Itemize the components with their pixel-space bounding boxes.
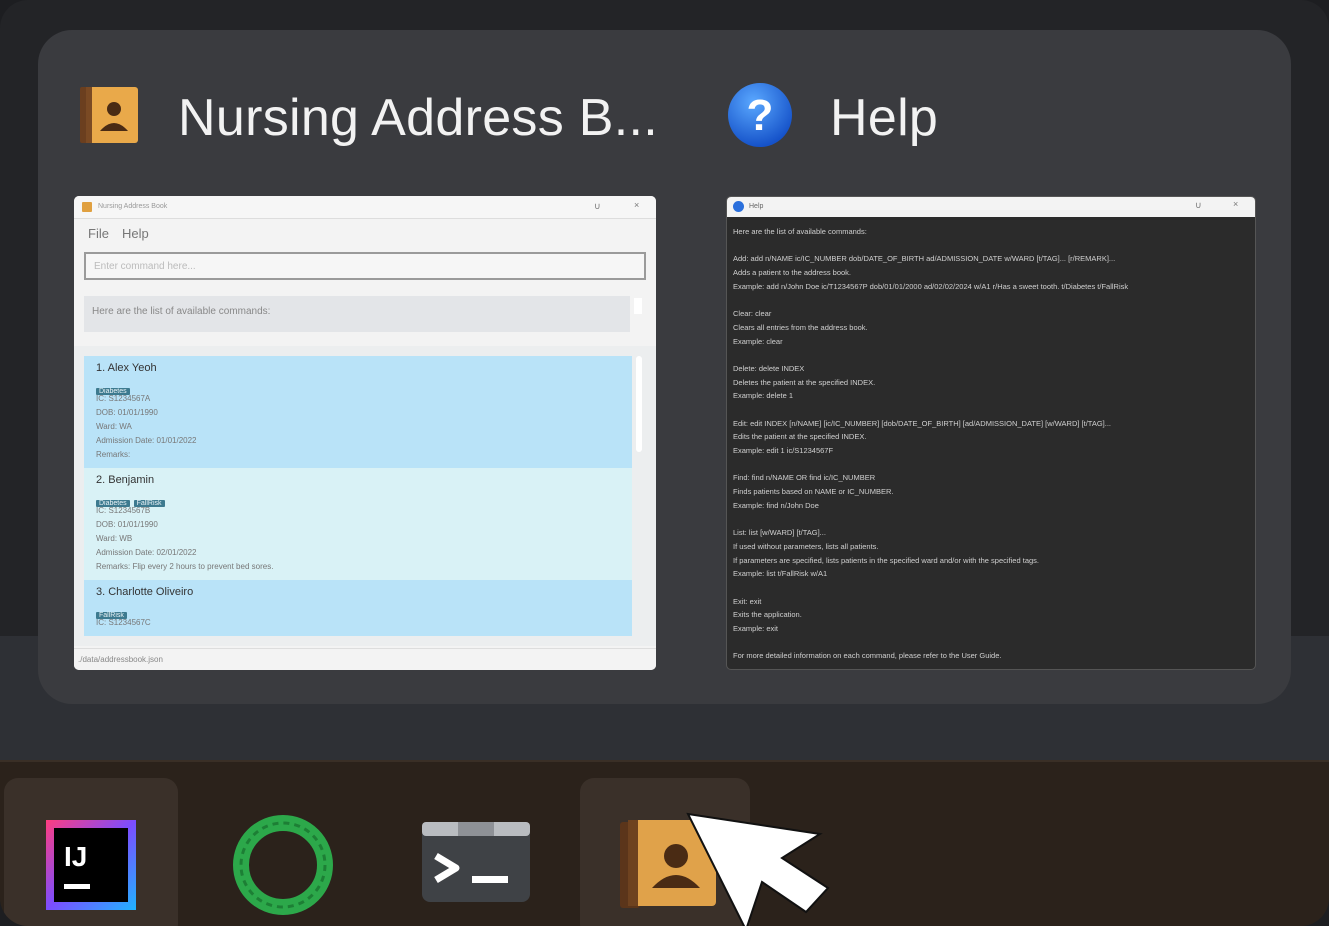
- command-placeholder: Enter command here...: [94, 261, 196, 272]
- help-line: Example: find n/John Doe: [733, 500, 819, 510]
- help-icon: [733, 201, 744, 212]
- help-line: Example: delete 1: [733, 391, 794, 401]
- help-line: List: list [w/WARD] [t/TAG]...: [733, 528, 826, 538]
- help-line: Edits the patient at the specified INDEX…: [733, 432, 867, 442]
- help-line: Clear: clear: [733, 309, 772, 319]
- desktop: Nursing Address B... ? Help Nursing Addr…: [0, 0, 1329, 926]
- taskbar: IJ: [0, 760, 1329, 926]
- close-icon: ×: [634, 200, 640, 210]
- svg-text:?: ?: [747, 91, 774, 140]
- help-line: Here are the list of available commands:: [733, 227, 867, 236]
- result-scrollbar[interactable]: [634, 298, 642, 314]
- help-line: Example: add n/John Doe ic/T1234567P dob…: [733, 281, 1129, 291]
- preview-titlebar: Nursing Address Book ∪ ×: [74, 196, 656, 219]
- help-line: If used without parameters, lists all pa…: [733, 541, 879, 551]
- sourcetree-ring-icon[interactable]: [228, 810, 338, 925]
- minimize-icon: ∪: [594, 201, 601, 211]
- command-input[interactable]: Enter command here...: [84, 252, 646, 280]
- mouse-cursor-icon: [686, 812, 836, 926]
- preview-titlebar: Help ∪ ×: [727, 197, 1255, 217]
- patient-list: 1. Alex Yeoh Diabetes IC: S1234567A DOB:…: [74, 346, 656, 646]
- result-display: Here are the list of available commands:: [84, 296, 630, 332]
- patient-ic: IC: S1234567A: [96, 394, 151, 403]
- patient-name: 3. Charlotte Oliveiro: [96, 586, 194, 598]
- patient-admission: Admission Date: 02/01/2022: [96, 548, 197, 557]
- help-preview[interactable]: Help ∪ × Here are the list of available …: [726, 196, 1256, 670]
- patient-ic: IC: S1234567B: [96, 506, 151, 515]
- list-scrollbar[interactable]: [636, 356, 642, 452]
- list-item[interactable]: 2. Benjamin Diabetes FallRisk IC: S123456…: [84, 468, 632, 580]
- help-text: Here are the list of available commands:…: [733, 227, 1251, 665]
- result-text: Here are the list of available commands:: [92, 306, 271, 317]
- help-line: [733, 460, 1251, 474]
- menu-file[interactable]: File: [88, 226, 109, 241]
- help-line: [733, 295, 1251, 309]
- help-line: [733, 514, 1251, 528]
- window-title-help[interactable]: Help: [830, 88, 938, 148]
- patient-ic: IC: S1234567C: [96, 618, 151, 627]
- list-item[interactable]: 1. Alex Yeoh Diabetes IC: S1234567A DOB:…: [84, 356, 632, 468]
- help-line: Clears all entries from the address book…: [733, 322, 868, 332]
- window-title-address-book[interactable]: Nursing Address B...: [178, 88, 658, 148]
- help-line: Example: clear: [733, 336, 783, 346]
- patient-dob: DOB: 01/01/1990: [96, 520, 158, 529]
- patient-remarks: Remarks:: [96, 450, 131, 459]
- help-line: For more detailed information on each co…: [733, 651, 1002, 661]
- preview-window-title: Nursing Address Book: [98, 203, 168, 210]
- help-line: Find: find n/NAME OR find ic/IC_NUMBER: [733, 473, 876, 483]
- help-line: Finds patients based on NAME or IC_NUMBE…: [733, 487, 894, 497]
- address-book-icon: [78, 87, 140, 143]
- patient-name: 2. Benjamin: [96, 474, 155, 486]
- status-bar: ./data/addressbook.json: [74, 648, 656, 670]
- intellij-icon[interactable]: IJ: [46, 820, 136, 915]
- address-book-preview[interactable]: Nursing Address Book ∪ × File Help Enter…: [74, 196, 656, 670]
- help-line: Exits the application.: [733, 610, 802, 620]
- help-icon: ?: [727, 82, 793, 148]
- patient-dob: DOB: 01/01/1990: [96, 408, 158, 417]
- help-line: [733, 583, 1251, 597]
- status-path: ./data/addressbook.json: [78, 655, 163, 664]
- help-line: Example: list t/FallRisk w/A1: [733, 569, 828, 579]
- patient-ward: Ward: WA: [96, 422, 132, 431]
- help-line: Edit: edit INDEX [n/NAME] [ic/IC_NUMBER]…: [733, 418, 1112, 428]
- help-line: [733, 241, 1251, 255]
- help-line: Delete: delete INDEX: [733, 363, 805, 373]
- help-line: [733, 638, 1251, 652]
- help-line: [733, 350, 1251, 364]
- patient-admission: Admission Date: 01/01/2022: [96, 436, 197, 445]
- help-line: Example: exit: [733, 623, 779, 633]
- terminal-icon[interactable]: [422, 822, 530, 907]
- help-line: Adds a patient to the address book.: [733, 268, 851, 278]
- menu-help[interactable]: Help: [122, 226, 149, 241]
- list-item[interactable]: 3. Charlotte Oliveiro FallRisk IC: S1234…: [84, 580, 632, 636]
- patient-remarks: Remarks: Flip every 2 hours to prevent b…: [96, 562, 274, 571]
- help-line: Example: edit 1 ic/S1234567F: [733, 446, 834, 455]
- help-line: Add: add n/NAME ic/IC_NUMBER dob/DATE_OF…: [733, 254, 1116, 264]
- help-line: If parameters are specified, lists patie…: [733, 555, 1039, 565]
- address-book-icon: [82, 202, 92, 212]
- svg-text:IJ: IJ: [64, 841, 87, 872]
- patient-name: 1. Alex Yeoh: [96, 362, 157, 374]
- minimize-icon: ∪: [1195, 200, 1202, 210]
- help-line: [733, 405, 1251, 419]
- patient-ward: Ward: WB: [96, 534, 133, 543]
- close-icon: ×: [1233, 199, 1239, 209]
- help-line: Deletes the patient at the specified IND…: [733, 377, 876, 387]
- preview-window-title: Help: [749, 203, 764, 210]
- help-line: Exit: exit: [733, 596, 762, 606]
